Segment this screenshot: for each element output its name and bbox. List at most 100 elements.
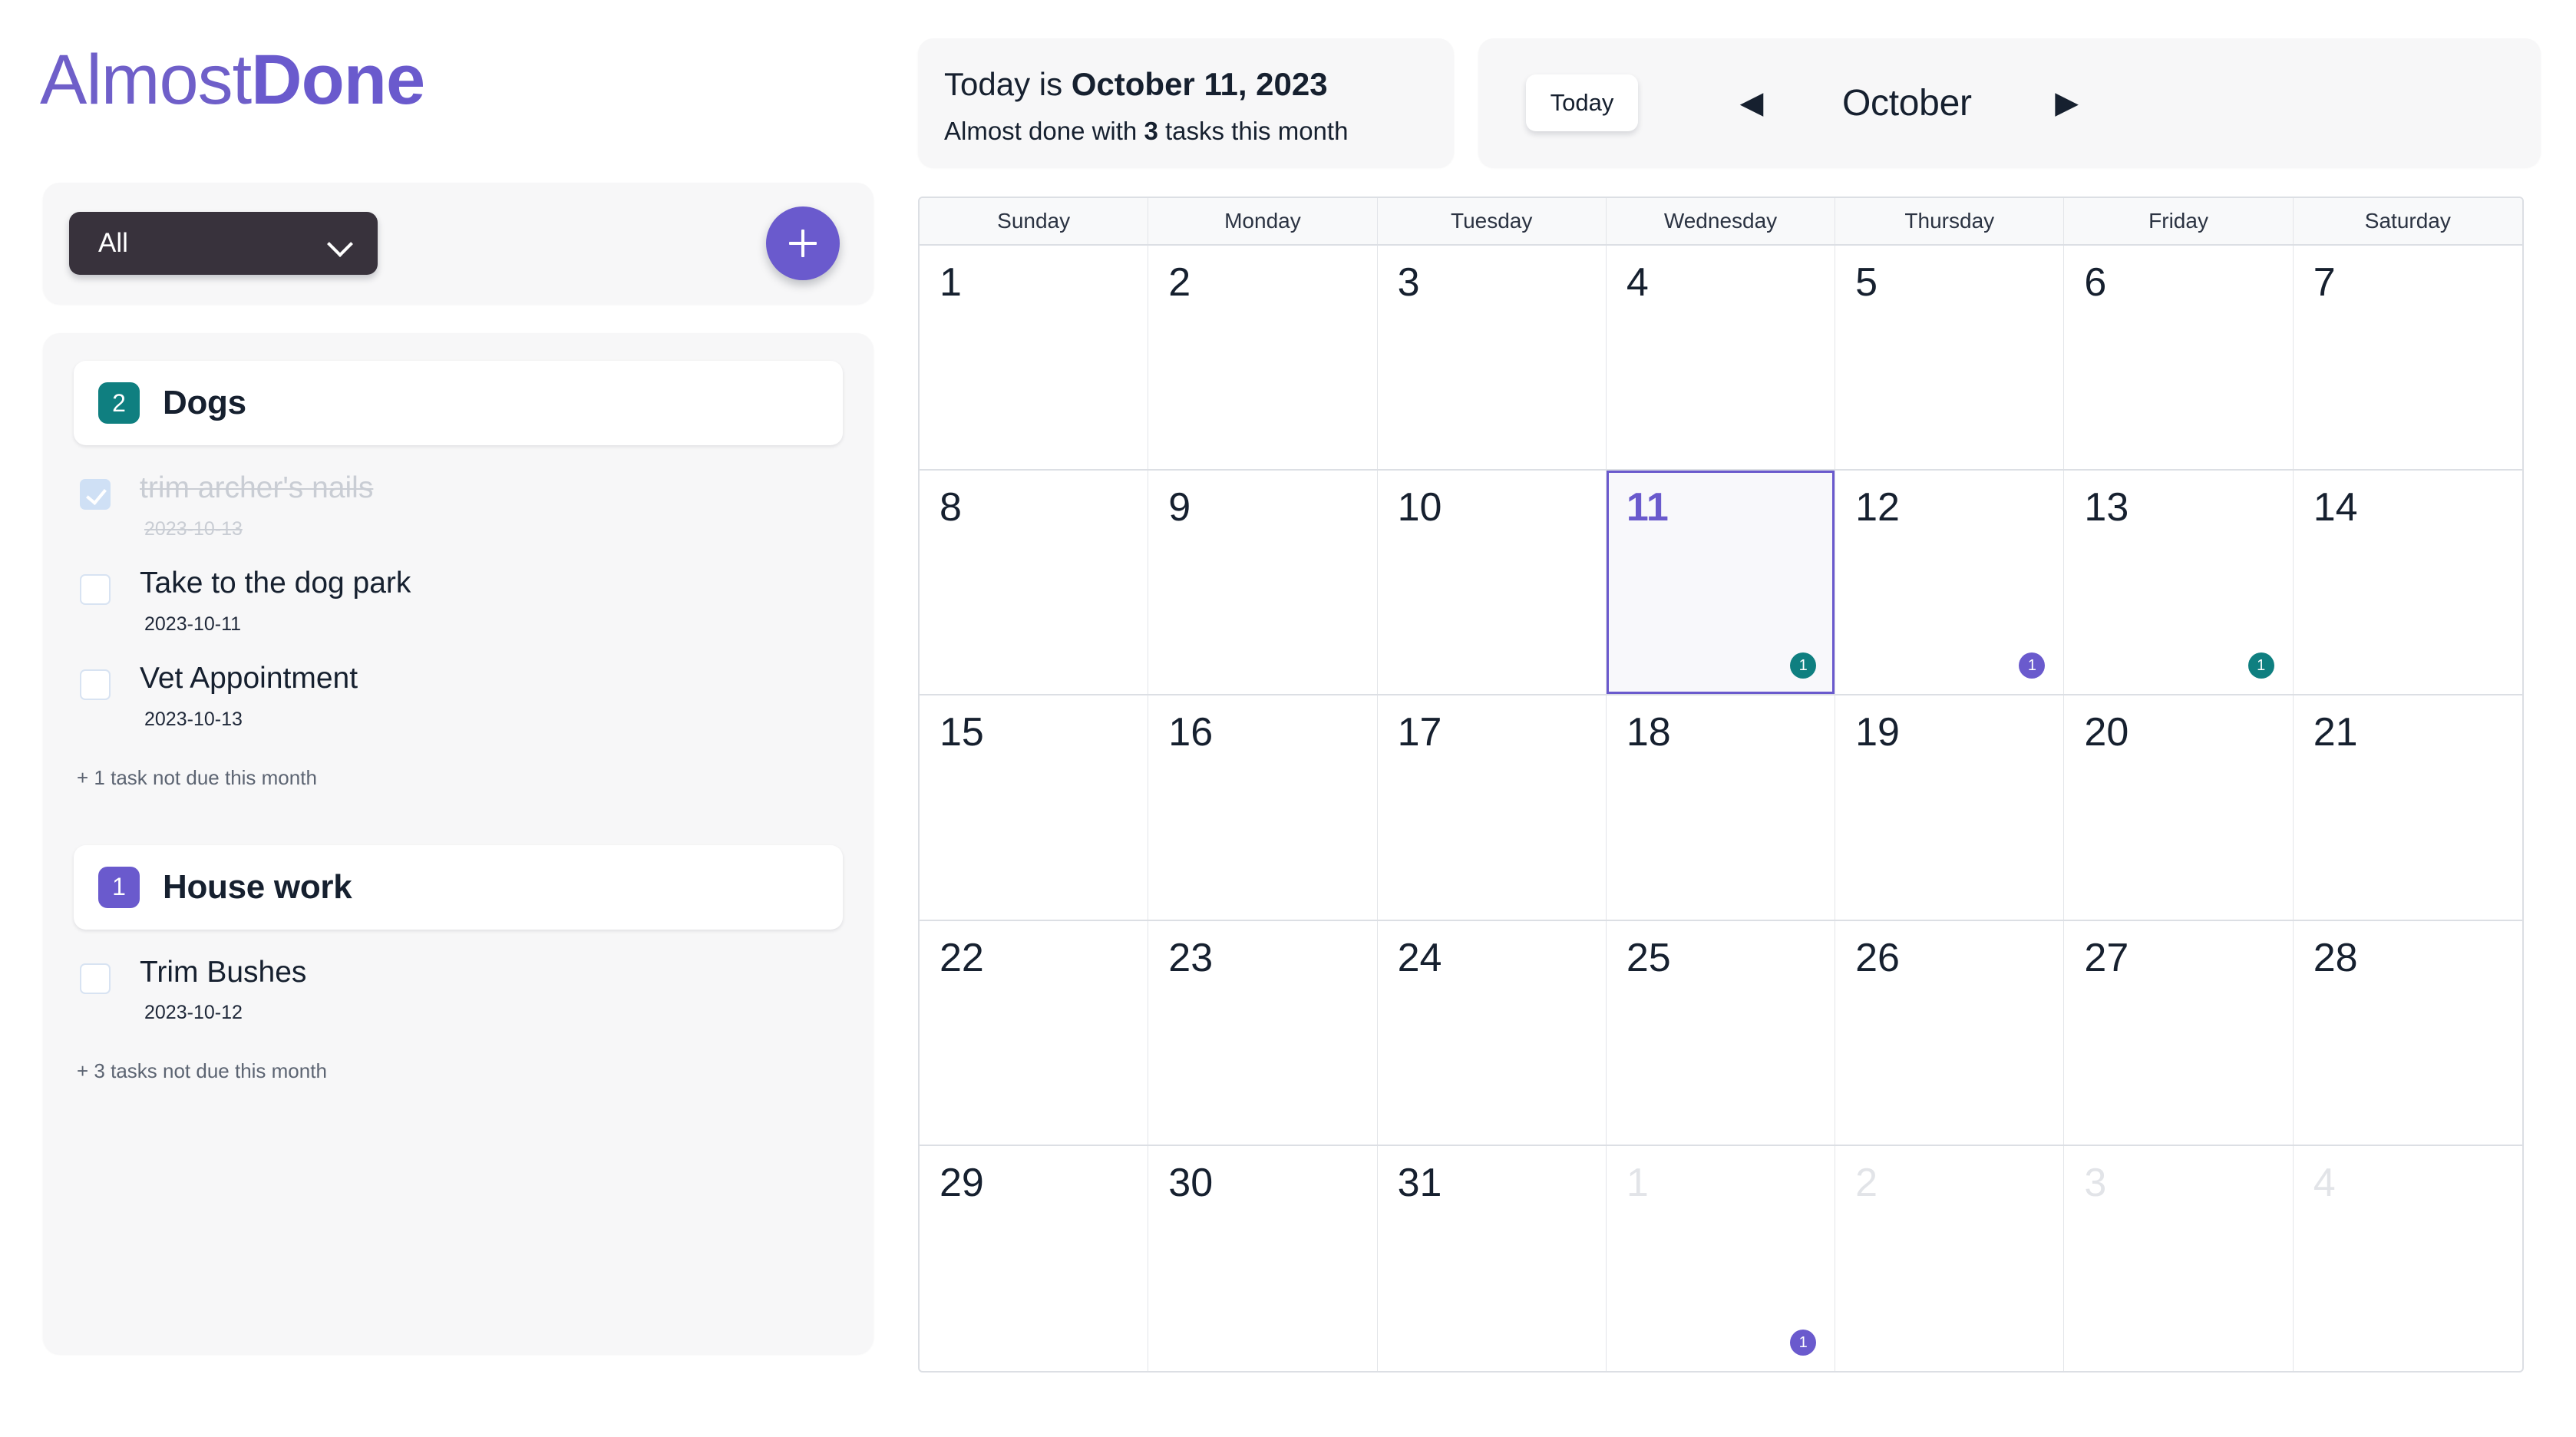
task-group-header[interactable]: 1 House work [74,844,843,930]
summary-prefix-label: Almost done with [944,117,1144,145]
calendar-day-cell[interactable]: 18 [1607,695,1836,920]
calendar-day-cell[interactable]: 30 [1148,1145,1378,1371]
calendar-day-cell-today[interactable]: 11 1 [1606,471,1836,695]
calendar-day-number: 25 [1626,935,1671,980]
task-group-title: House work [163,867,352,906]
calendar-day-number: 13 [2084,485,2129,530]
calendar-week-row: 22 23 24 25 26 27 28 [920,920,2522,1146]
previous-month-icon[interactable]: ◀ [1729,80,1775,126]
task-title: trim archer's nails [140,471,374,504]
calendar-week-row: 1 2 3 4 5 6 7 [920,246,2522,471]
weekday-header-cell: Sunday [920,198,1149,244]
calendar-day-number: 1 [1626,1160,1649,1205]
task-checkbox-checked[interactable] [80,479,111,510]
task-due-date: 2023-10-11 [144,613,242,635]
task-due-date: 2023-10-13 [144,517,243,540]
task-checkbox[interactable] [80,669,111,700]
calendar-day-cell[interactable]: 4 [2294,1146,2522,1371]
calendar-day-cell[interactable]: 10 [1378,471,1607,695]
calendar-day-number: 31 [1397,1160,1442,1205]
calendar-day-cell[interactable]: 3 [2064,1145,2294,1371]
calendar-day-cell[interactable]: 12 1 [1835,471,2065,695]
calendar-day-cell[interactable]: 28 [2294,921,2522,1145]
calendar-day-number: 5 [1855,260,1878,305]
weekday-header-cell: Monday [1148,198,1378,244]
calendar-day-number: 16 [1168,710,1214,755]
calendar-day-number: 24 [1397,935,1442,980]
calendar-day-cell[interactable]: 24 [1378,920,1607,1145]
weekday-header-cell: Saturday [2364,209,2451,233]
calendar-day-cell[interactable]: 11 [1607,1145,1836,1371]
calendar-day-cell[interactable]: 15 [920,695,1149,920]
calendar-week-row: 8 9 10 11 1 12 1 13 1 14 [920,471,2522,696]
calendar-day-cell[interactable]: 29 [920,1145,1149,1371]
calendar-day-task-badge[interactable]: 1 [2247,652,2274,679]
task-item[interactable]: trim archer's nails 2023-10-13 [74,445,843,540]
calendar-day-cell[interactable]: 6 [2064,246,2294,470]
calendar-day-cell[interactable]: 27 [2064,920,2294,1145]
calendar-day-cell[interactable]: 7 [2294,246,2522,469]
calendar-week-row: 29 30 31 1 1 2 3 4 [920,1145,2522,1371]
calendar-day-number: 30 [1168,1160,1214,1205]
task-group-title: Dogs [163,384,246,421]
calendar-day-cell[interactable]: 31 [1378,1145,1607,1371]
calendar-day-number: 11 [1626,485,1669,530]
weekday-header-cell: Wednesday [1607,198,1836,244]
today-prefix-label: Today is [944,66,1072,102]
calendar-topbar: Today is October 11, 2023 Almost done wi… [918,38,2541,167]
category-filter-value: All [98,228,128,258]
task-body: trim archer's nails 2023-10-13 [140,471,373,540]
calendar-day-cell[interactable]: 22 [920,920,1149,1145]
calendar-day-number: 15 [940,710,984,755]
calendar-day-cell[interactable]: 8 [920,471,1149,695]
calendar-day-number: 20 [2084,710,2129,755]
task-group-count-badge: 1 [98,866,140,908]
calendar-day-cell[interactable]: 17 [1378,695,1607,920]
right-panel: Today is October 11, 2023 Almost done wi… [918,0,2576,1437]
calendar-day-cell[interactable]: 3 [1378,246,1607,470]
summary-suffix-label: tasks this month [1158,117,1349,145]
calendar-day-task-badge[interactable]: 1 [2019,652,2046,679]
hidden-tasks-note: + 3 tasks not due this month [77,1059,327,1083]
task-item[interactable]: Vet Appointment 2023-10-13 [74,636,843,731]
calendar-day-number: 17 [1397,710,1442,755]
calendar-day-cell[interactable]: 14 [2294,471,2522,694]
calendar-day-cell[interactable]: 9 [1148,471,1378,695]
calendar-day-cell[interactable]: 5 [1835,246,2065,470]
calendar-day-number: 26 [1855,935,1900,980]
calendar-day-cell[interactable]: 13 1 [2064,471,2294,695]
task-item[interactable]: Trim Bushes 2023-10-12 [74,930,843,1025]
calendar-day-cell[interactable]: 16 [1148,695,1378,920]
calendar-day-cell[interactable]: 2 [1148,246,1378,470]
today-button[interactable]: Today [1526,74,1638,131]
calendar-day-task-badge[interactable]: 1 [1790,1330,1817,1356]
calendar-day-task-badge[interactable]: 1 [1790,652,1817,679]
task-checkbox[interactable] [80,573,111,605]
calendar-day-cell[interactable]: 4 [1607,246,1836,470]
app-root: AlmostDone All 2 Dogs trim archer's nails 2… [0,0,2576,1437]
task-group-header[interactable]: 2 Dogs [74,361,843,445]
task-checkbox[interactable] [80,963,111,994]
category-filter-select[interactable]: All [69,212,378,275]
next-month-icon[interactable]: ▶ [2044,80,2090,126]
calendar-day-number: 21 [2313,710,2358,755]
calendar-day-cell[interactable]: 26 [1835,920,2065,1145]
add-task-button[interactable] [766,206,840,280]
task-item[interactable]: Take to the dog park 2023-10-11 [74,540,843,636]
calendar-day-cell[interactable]: 21 [2294,695,2522,919]
logo-text-done: Done [251,41,425,119]
weekday-header-cell: Thursday [1835,198,2065,244]
calendar-day-number: 27 [2084,935,2129,980]
chevron-down-icon [329,232,352,255]
calendar-day-cell[interactable]: 2 [1835,1145,2065,1371]
calendar-day-cell[interactable]: 23 [1148,920,1378,1145]
calendar-day-number: 9 [1168,485,1191,530]
calendar-day-number: 4 [2313,1160,2336,1205]
calendar-day-cell[interactable]: 25 [1607,920,1836,1145]
calendar-day-number: 14 [2313,485,2358,530]
calendar-day-cell[interactable]: 20 [2064,695,2294,920]
calendar-day-number: 23 [1168,935,1214,980]
calendar-day-cell[interactable]: 19 [1835,695,2065,920]
weekday-header-cell: Tuesday [1378,198,1607,244]
calendar-day-cell[interactable]: 1 [920,246,1149,470]
